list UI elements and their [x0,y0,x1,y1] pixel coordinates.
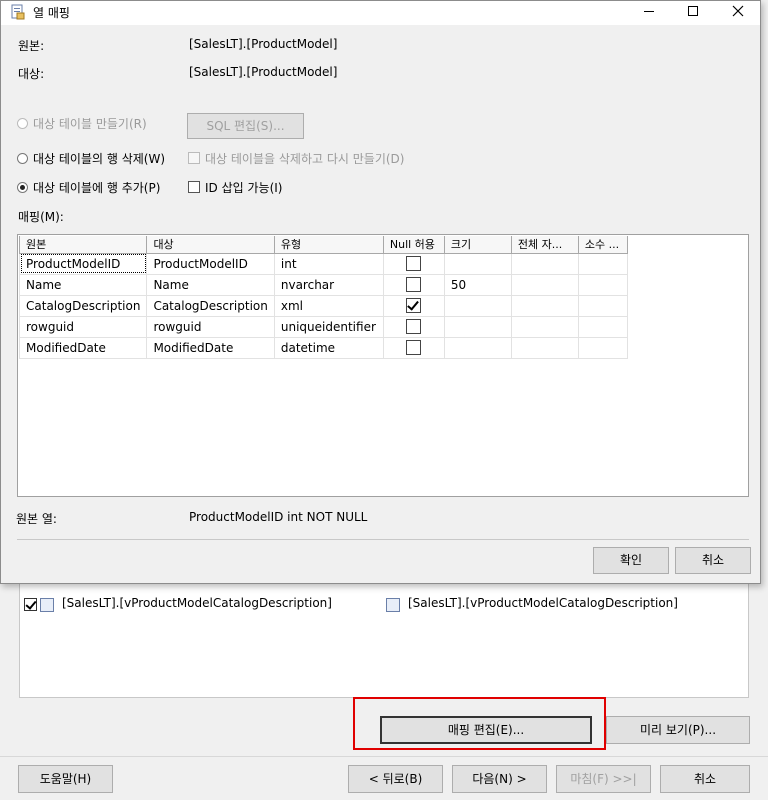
cell-scale[interactable] [577,336,628,359]
dialog-title: 열 매핑 [33,6,70,20]
nullable-checkbox[interactable] [406,340,422,355]
source-column-label: 원본 열: [16,512,57,526]
nullable-checkbox[interactable] [406,319,422,334]
edit-sql-button[interactable]: SQL 편집(S)... [187,113,304,139]
source-value: [SalesLT].[ProductModel] [189,37,338,51]
nullable-checkbox[interactable] [406,277,422,292]
close-icon[interactable] [716,1,760,25]
cell-source[interactable]: CatalogDescription [18,294,148,317]
edit-mappings-button[interactable]: 매핑 편집(E)... [380,716,592,744]
cell-size[interactable] [443,252,512,275]
identity-insert-label: ID 삽입 가능(I) [205,181,283,195]
create-table-radio[interactable] [17,118,28,129]
cell-source[interactable]: ModifiedDate [18,336,148,359]
finish-button[interactable]: 마침(F) >>| [556,765,651,793]
minimize-icon[interactable] [627,1,671,25]
create-table-label: 대상 테이블 만들기(R) [33,117,147,131]
col-header-destination[interactable]: 대상 [146,236,275,254]
col-header-scale[interactable]: 소수 ... [577,236,628,254]
cell-size[interactable] [443,315,512,338]
col-header-source[interactable]: 원본 [18,236,148,254]
cell-size[interactable]: 50 [443,273,512,296]
dialog-separator [17,539,749,540]
cell-nullable[interactable] [382,336,445,359]
row-checkbox[interactable] [24,598,37,611]
list-item[interactable]: [SalesLT].[vProductModelCatalogDescripti… [20,593,730,615]
cell-source[interactable]: ProductModelID [18,252,148,275]
table-row[interactable]: CatalogDescription CatalogDescription xm… [18,294,628,317]
delete-rows-label: 대상 테이블의 행 삭제(W) [33,152,166,166]
cell-scale[interactable] [577,294,628,317]
cell-destination[interactable]: ModifiedDate [146,336,275,359]
ok-button[interactable]: 확인 [593,547,669,574]
cell-nullable[interactable] [382,315,445,338]
cell-type[interactable]: datetime [273,336,384,359]
cell-scale[interactable] [577,252,628,275]
cell-scale[interactable] [577,273,628,296]
cell-source[interactable]: Name [18,273,148,296]
destination-value: [SalesLT].[ProductModel] [189,65,338,79]
source-column-value: ProductModelID int NOT NULL [189,510,368,524]
table-row[interactable]: ProductModelID ProductModelID int [18,252,628,275]
cell-precision[interactable] [510,336,579,359]
tables-views-list[interactable]: [SalesLT].[vProductModelCatalogDescripti… [19,578,749,698]
title-bar: 열 매핑 [1,1,760,25]
cell-type[interactable]: nvarchar [273,273,384,296]
maximize-icon[interactable] [671,1,715,25]
cell-size[interactable] [443,294,512,317]
mappings-table: 원본 대상 유형 Null 허용 크기 전체 자... 소수 ... Produ… [18,236,628,359]
source-label: 원본: [18,39,45,53]
cell-source[interactable]: rowguid [18,315,148,338]
col-header-precision[interactable]: 전체 자... [510,236,579,254]
dialog-cancel-button[interactable]: 취소 [675,547,751,574]
nullable-checkbox[interactable] [406,256,422,271]
cell-nullable[interactable] [382,273,445,296]
cell-precision[interactable] [510,315,579,338]
cell-type[interactable]: uniqueidentifier [273,315,384,338]
cell-nullable[interactable] [382,294,445,317]
cell-destination[interactable]: ProductModelID [146,252,275,275]
drop-recreate-checkbox[interactable] [188,152,200,164]
table-row[interactable]: Name Name nvarchar 50 [18,273,628,296]
identity-insert-checkbox[interactable] [188,181,200,193]
preview-button[interactable]: 미리 보기(P)... [606,716,750,744]
cell-nullable[interactable] [382,252,445,275]
append-rows-label: 대상 테이블에 행 추가(P) [33,181,161,195]
cell-type[interactable]: xml [273,294,384,317]
back-button[interactable]: < 뒤로(B) [348,765,443,793]
cell-destination[interactable]: rowguid [146,315,275,338]
cancel-button[interactable]: 취소 [660,765,750,793]
drop-recreate-label: 대상 테이블을 삭제하고 다시 만들기(D) [205,152,405,166]
column-mappings-dialog: 열 매핑 원본: [SalesLT].[ProductModel] 대상: [S… [0,0,761,584]
next-button[interactable]: 다음(N) > [452,765,547,793]
list-item-destination[interactable]: [SalesLT].[vProductModelCatalogDescripti… [408,596,678,610]
cell-scale[interactable] [577,315,628,338]
dialog-icon [11,4,25,20]
table-icon [386,598,400,612]
cell-precision[interactable] [510,252,579,275]
col-header-nullable[interactable]: Null 허용 [382,236,445,254]
delete-rows-radio[interactable] [17,153,28,164]
cell-destination[interactable]: Name [146,273,275,296]
grid-header: 원본 대상 유형 Null 허용 크기 전체 자... 소수 ... [18,236,628,254]
append-rows-radio[interactable] [17,182,28,193]
separator [0,756,768,757]
cell-precision[interactable] [510,273,579,296]
cell-destination[interactable]: CatalogDescription [146,294,275,317]
help-button[interactable]: 도움말(H) [18,765,113,793]
table-row[interactable]: rowguid rowguid uniqueidentifier [18,315,628,338]
cell-type[interactable]: int [273,252,384,275]
list-item-source: [SalesLT].[vProductModelCatalogDescripti… [62,596,332,610]
col-header-type[interactable]: 유형 [273,236,384,254]
cell-precision[interactable] [510,294,579,317]
view-icon [40,598,54,612]
cell-size[interactable] [443,336,512,359]
destination-label: 대상: [18,67,45,81]
nullable-checkbox[interactable] [406,298,422,313]
mappings-label: 매핑(M): [18,210,64,224]
table-row[interactable]: ModifiedDate ModifiedDate datetime [18,336,628,359]
col-header-size[interactable]: 크기 [443,236,512,254]
mappings-grid[interactable]: 원본 대상 유형 Null 허용 크기 전체 자... 소수 ... Produ… [17,234,749,497]
